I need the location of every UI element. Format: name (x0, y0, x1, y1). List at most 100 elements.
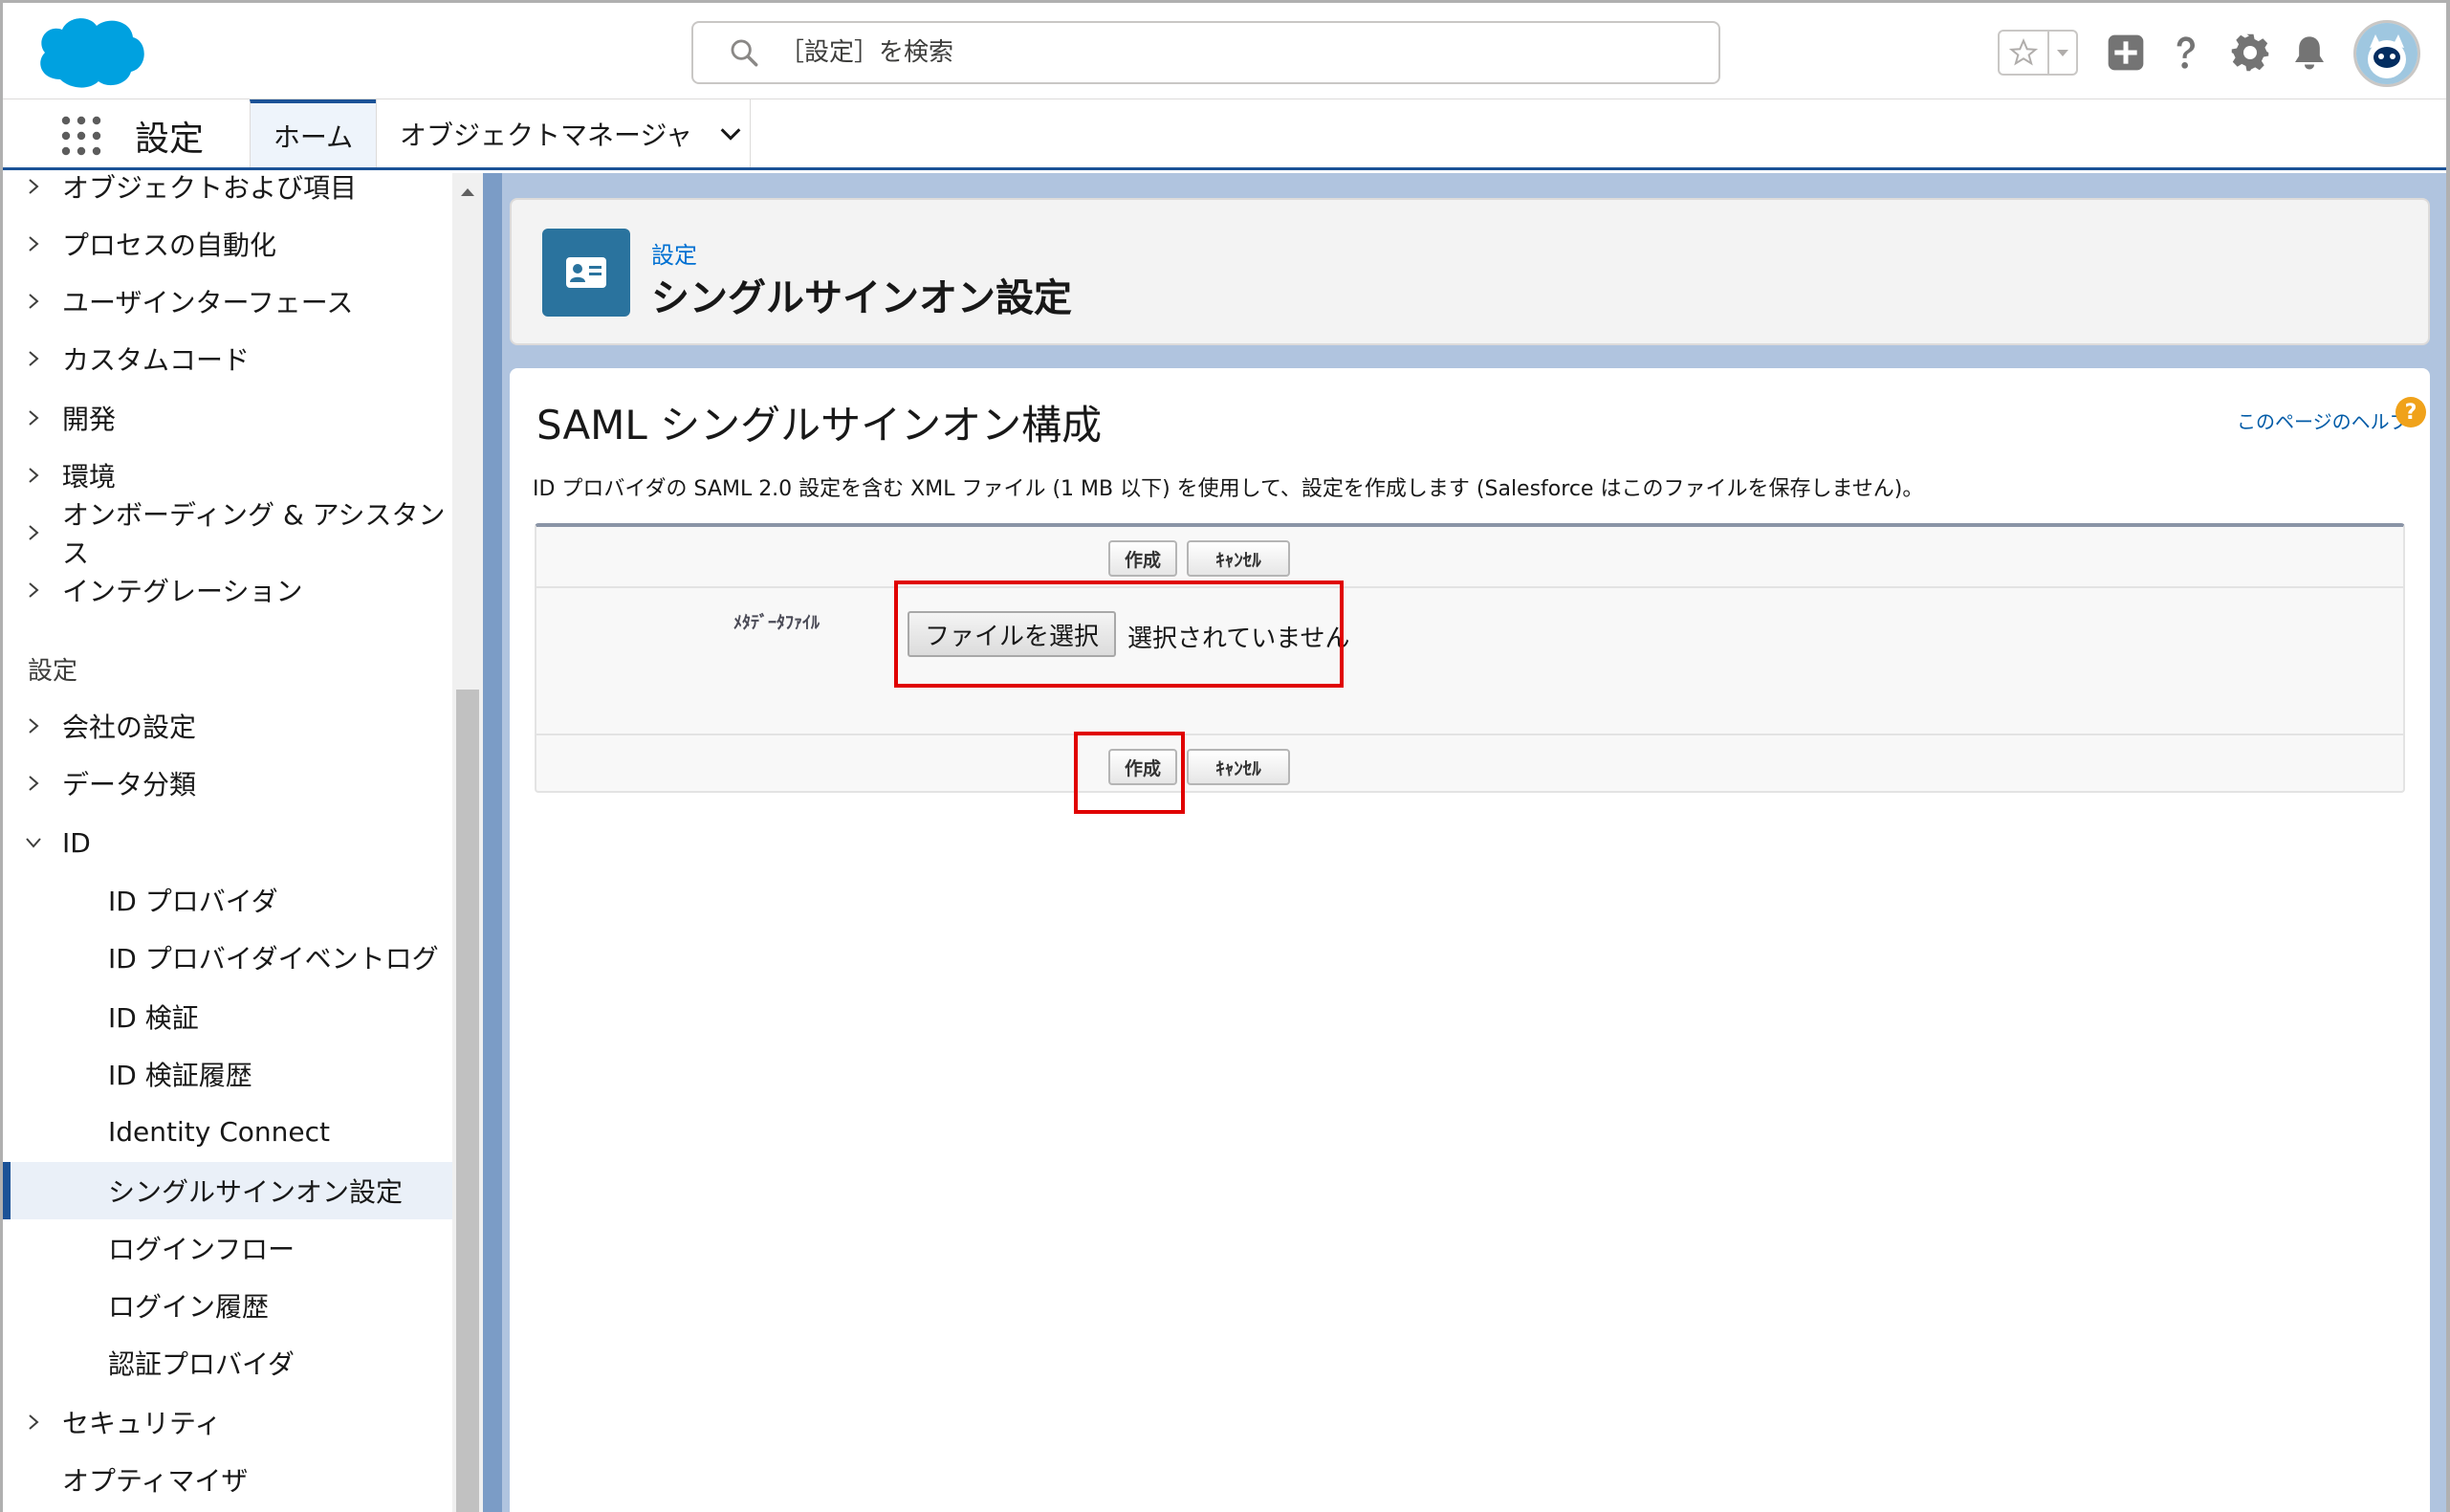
scroll-up-arrow-icon[interactable] (458, 183, 477, 202)
app-name: 設定 (135, 120, 205, 159)
sidebar-item-identity-connect[interactable]: Identity Connect (3, 1103, 452, 1160)
sidebar-item-identity-provider-event-log[interactable]: ID プロバイダイベントログ (3, 929, 452, 986)
cancel-button-top[interactable]: ｷｬﾝｾﾙ (1187, 540, 1290, 577)
app-launcher-icon[interactable] (60, 115, 102, 157)
metadata-file-label: ﾒﾀﾃﾞｰﾀﾌｧｲﾙ (733, 613, 820, 633)
sidebar-item-label: オブジェクトおよび項目 (62, 173, 358, 204)
chevron-right-icon (29, 776, 39, 791)
page-title: シングルサインオン設定 (651, 276, 1072, 320)
sidebar-section-title: 設定 (28, 657, 78, 686)
sidebar-item-objects-and-fields[interactable]: オブジェクトおよび項目 (3, 173, 452, 215)
sidebar-item-identity-provider[interactable]: ID プロバイダ (3, 871, 452, 929)
sidebar-item-label: セキュリティ (62, 1408, 222, 1439)
sidebar-item-user-interface[interactable]: ユーザインターフェース (3, 273, 452, 330)
sidebar-item-process-automation[interactable]: プロセスの自動化 (3, 215, 452, 273)
bell-icon (2295, 36, 2324, 70)
chevron-right-icon (29, 1414, 39, 1430)
astro-avatar-icon (2356, 23, 2417, 84)
highlight-file-selector (894, 581, 1344, 688)
sidebar-item-label: データ分類 (62, 769, 197, 800)
sidebar-item-label: プロセスの自動化 (62, 230, 277, 261)
favorites-button[interactable] (2000, 32, 2049, 74)
tab-object-manager[interactable]: オブジェクトマネージャ (376, 99, 751, 167)
page-header: 設定 シングルサインオン設定 (510, 198, 2430, 345)
sidebar-item-data-classification[interactable]: データ分類 (3, 755, 452, 812)
setup-button[interactable] (2227, 30, 2273, 76)
id-card-icon (566, 257, 606, 288)
sidebar-scrollbar-thumb[interactable] (456, 690, 479, 1512)
global-header (3, 3, 2446, 99)
sidebar-item-label: オンボーディング & アシスタンス (62, 499, 446, 569)
description-text: ID プロバイダの SAML 2.0 設定を含む XML ファイル (1 MB … (533, 477, 1924, 501)
highlight-create-button (1074, 732, 1185, 814)
saml-config-form: 作成 ｷｬﾝｾﾙ ﾒﾀﾃﾞｰﾀﾌｧｲﾙ ファイルを選択 選択されていません 作成… (535, 523, 2405, 793)
page-header-icon (542, 229, 630, 317)
app-window: 設定 ホーム オブジェクトマネージャ オブジェクトおよび項目 プロセスの自動化 (0, 0, 2450, 1512)
global-actions-button[interactable] (2103, 30, 2149, 76)
question-icon (2177, 36, 2195, 69)
row-divider (536, 734, 2403, 735)
chevron-right-icon (29, 351, 39, 366)
star-icon (2009, 38, 2038, 66)
sidebar-item-label: ID プロバイダイベントログ (108, 943, 439, 975)
context-bar: 設定 ホーム オブジェクトマネージャ (3, 99, 2446, 170)
sidebar-item-login-history[interactable]: ログイン履歴 (3, 1277, 452, 1334)
tab-object-manager-label: オブジェクトマネージャ (400, 119, 693, 151)
chevron-down-icon[interactable] (717, 121, 744, 147)
search-input[interactable] (779, 38, 1640, 67)
sidebar-item-onboarding-assistance[interactable]: オンボーディング & アシスタンス (3, 499, 452, 569)
notifications-button[interactable] (2286, 30, 2332, 76)
sidebar-item-custom-code[interactable]: カスタムコード (3, 330, 452, 387)
sidebar-item-label: 環境 (62, 461, 117, 493)
chevron-down-icon (26, 838, 41, 848)
sidebar-item-development[interactable]: 開発 (3, 389, 452, 447)
sidebar-item-label: ID 検証履歴 (108, 1060, 252, 1091)
setup-sidebar: オブジェクトおよび項目 プロセスの自動化 ユーザインターフェース カスタムコード… (3, 173, 483, 1512)
sidebar-item-identity[interactable]: ID (3, 814, 452, 871)
tab-home[interactable]: ホーム (250, 99, 376, 167)
cancel-button-bottom[interactable]: ｷｬﾝｾﾙ (1187, 749, 1290, 785)
salesforce-logo-icon[interactable] (32, 12, 150, 93)
row-divider (536, 586, 2403, 588)
sidebar-item-auth-providers[interactable]: 認証プロバイダ (3, 1334, 452, 1391)
sidebar-item-single-sign-on-settings[interactable]: シングルサインオン設定 (3, 1162, 452, 1219)
add-icon (2108, 34, 2144, 71)
sidebar-item-label: 認証プロバイダ (108, 1348, 295, 1380)
sidebar-item-company-settings[interactable]: 会社の設定 (3, 697, 452, 755)
section-heading: SAML シングルサインオン構成 (536, 402, 1103, 449)
sidebar-item-integrations[interactable]: インテグレーション (3, 561, 452, 619)
sidebar-item-label: 会社の設定 (62, 712, 197, 743)
sidebar-item-label: ユーザインターフェース (62, 287, 354, 318)
sidebar-item-label: ログインフロー (108, 1234, 295, 1265)
sidebar-item-identity-verification-history[interactable]: ID 検証履歴 (3, 1045, 452, 1103)
sidebar-item-optimizer[interactable]: オプティマイザ (3, 1451, 452, 1508)
chevron-right-icon (29, 718, 39, 734)
chevron-right-icon (29, 294, 39, 309)
chevron-right-icon (29, 236, 39, 252)
chevron-right-icon (29, 410, 39, 426)
help-icon[interactable]: ? (2395, 397, 2426, 427)
help-button[interactable] (2162, 30, 2208, 76)
sidebar-item-label: ID プロバイダ (108, 886, 278, 917)
user-avatar[interactable] (2353, 20, 2420, 87)
favorites-list-button[interactable] (2049, 32, 2076, 74)
chevron-right-icon (29, 582, 39, 598)
favorites-group (1998, 30, 2078, 76)
sidebar-item-label: ID 検証 (108, 1002, 199, 1034)
sidebar-item-identity-verification[interactable]: ID 検証 (3, 988, 452, 1045)
tab-home-label: ホーム (273, 121, 354, 153)
chevron-down-icon (2057, 50, 2068, 56)
sidebar-item-label: インテグレーション (62, 576, 303, 607)
sidebar-item-label: オプティマイザ (62, 1465, 249, 1497)
main-area: 設定 シングルサインオン設定 SAML シングルサインオン構成 このページのヘル… (483, 173, 2446, 1512)
breadcrumb[interactable]: 設定 (651, 236, 697, 270)
sidebar-item-label: シングルサインオン設定 (108, 1176, 404, 1208)
content-panel: SAML シングルサインオン構成 このページのヘルプ ? ID プロバイダの S… (510, 368, 2430, 1512)
sidebar-item-login-flows[interactable]: ログインフロー (3, 1219, 452, 1277)
sidebar-item-security[interactable]: セキュリティ (3, 1393, 452, 1451)
global-search[interactable] (691, 21, 1720, 84)
create-button-top[interactable]: 作成 (1108, 540, 1177, 577)
help-for-this-page-link[interactable]: このページのヘルプ (2237, 406, 2409, 434)
main-background-strip (483, 173, 502, 1512)
sidebar-item-label: カスタムコード (62, 344, 251, 376)
